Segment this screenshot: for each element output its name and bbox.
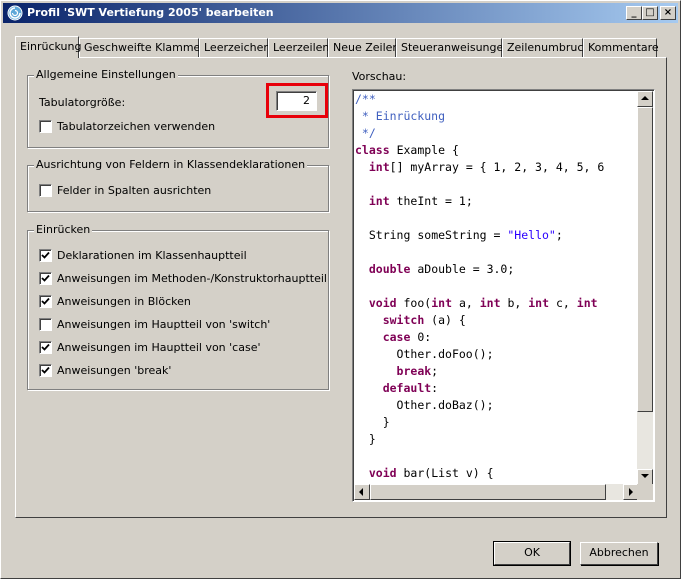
preview-label: Vorschau: <box>352 70 407 83</box>
code-line: switch (a) { <box>382 313 466 327</box>
arrow-up-icon <box>641 96 649 100</box>
vertical-scroll-thumb[interactable] <box>637 107 653 412</box>
code-line: Other.doFoo(); <box>396 347 494 361</box>
maximize-button[interactable]: □ <box>642 6 658 20</box>
code-line: String someString = "Hello"; <box>368 228 563 242</box>
indent-checkbox[interactable] <box>39 295 52 308</box>
code-line: int theInt = 1; <box>368 194 473 208</box>
indent-option-label: Anweisungen im Hauptteil von 'switch' <box>57 318 271 331</box>
align-label: Felder in Spalten ausrichten <box>57 184 212 197</box>
tab-label: Leerzeilen <box>273 41 330 54</box>
tab-bar: Einrückung Geschweifte Klammern Leerzeic… <box>15 36 665 58</box>
align-checkbox[interactable] <box>39 184 52 197</box>
code-line: int[] myArray = { 1, 2, 3, 4, 5, 6 <box>368 160 605 174</box>
indent-option-label: Anweisungen 'break' <box>57 364 172 377</box>
scroll-up-button[interactable] <box>637 91 653 107</box>
horizontal-scroll-thumb[interactable] <box>370 484 606 500</box>
window-title: Profil 'SWT Vertiefung 2005' bearbeiten <box>27 6 274 19</box>
use-tab-checkbox[interactable] <box>39 120 52 133</box>
checkmark-icon <box>41 274 50 282</box>
tab-size-label: Tabulatorgröße: <box>39 96 126 109</box>
horizontal-scrollbar[interactable] <box>354 484 639 500</box>
ok-button[interactable]: OK <box>493 541 571 566</box>
indent-option-label: Anweisungen im Methoden-/Konstruktorhaup… <box>57 272 327 285</box>
minimize-button[interactable]: _ <box>626 6 642 20</box>
title-bar[interactable]: Profil 'SWT Vertiefung 2005' bearbeiten … <box>3 3 678 23</box>
code-line: /** <box>355 92 376 106</box>
tab-zeilenumbruch[interactable]: Zeilenumbruch <box>502 38 590 57</box>
profile-edit-dialog: Profil 'SWT Vertiefung 2005' bearbeiten … <box>0 0 681 579</box>
indent-checkbox[interactable] <box>39 249 52 262</box>
tab-neue-zeilen[interactable]: Neue Zeilen <box>328 38 400 57</box>
arrow-right-icon <box>629 488 633 496</box>
tab-label: Zeilenumbruch <box>507 41 591 54</box>
checkmark-icon <box>41 251 50 259</box>
code-line: case 0: <box>382 330 432 344</box>
group-title: Einrücken <box>34 223 93 236</box>
code-line: default: <box>382 381 439 395</box>
code-line: void foo(int a, int b, int c, int <box>368 296 598 310</box>
indent-option-label: Deklarationen im Klassenhauptteil <box>57 249 247 262</box>
preview-code: /** * Einrückung */ class Example { int[]… <box>355 92 639 484</box>
tab-steueranweisungen[interactable]: Steueranweisungen <box>396 38 510 57</box>
indent-option-label: Anweisungen im Hauptteil von 'case' <box>57 341 261 354</box>
tab-label: Geschweifte Klammern <box>84 41 212 54</box>
tab-label: Kommentare <box>588 41 659 54</box>
tab-leerzeichen[interactable]: Leerzeichen <box>199 38 271 57</box>
alignment-group: Ausrichtung von Feldern in Klassendeklar… <box>27 158 329 212</box>
tab-kommentare[interactable]: Kommentare <box>583 38 659 57</box>
code-line: Other.doBaz(); <box>396 398 494 412</box>
indent-checkbox[interactable] <box>39 364 52 377</box>
indent-checkbox[interactable] <box>39 272 52 285</box>
code-line: class Example { <box>355 143 459 157</box>
app-icon <box>7 5 23 21</box>
code-line: * Einrückung <box>355 109 446 123</box>
code-line: break; <box>396 364 439 378</box>
code-line: } <box>355 415 390 429</box>
code-line: */ <box>355 126 376 140</box>
cancel-button[interactable]: Abbrechen <box>580 542 658 565</box>
preview-code-view[interactable]: /** * Einrückung */ class Example { int[]… <box>352 89 655 502</box>
tab-label: Neue Zeilen <box>333 41 400 54</box>
tab-label: Leerzeichen <box>204 41 271 54</box>
checkmark-icon <box>41 343 50 351</box>
code-line: } <box>355 432 376 446</box>
scrollbar-corner <box>637 484 653 500</box>
scroll-down-button[interactable] <box>637 469 653 485</box>
use-tab-label: Tabulatorzeichen verwenden <box>57 120 216 133</box>
code-line: void bar(List v) { <box>368 466 494 480</box>
group-title: Ausrichtung von Feldern in Klassendeklar… <box>34 158 308 171</box>
indent-option-label: Anweisungen in Blöcken <box>57 295 191 308</box>
tab-einrueckung[interactable]: Einrückung <box>15 36 82 58</box>
tab-geschweifte-klammern[interactable]: Geschweifte Klammern <box>79 38 212 57</box>
indent-checkbox[interactable] <box>39 341 52 354</box>
checkmark-icon <box>41 366 50 374</box>
tab-leerzeilen[interactable]: Leerzeilen <box>268 38 330 57</box>
vertical-scrollbar[interactable] <box>637 91 653 485</box>
code-line: double aDouble = 3.0; <box>368 262 515 276</box>
checkmark-icon <box>41 297 50 305</box>
arrow-down-icon <box>641 474 649 478</box>
close-button[interactable]: × <box>660 6 676 20</box>
tab-label: Steueranweisungen <box>401 41 511 54</box>
group-title: Allgemeine Einstellungen <box>34 68 178 81</box>
highlight-box <box>266 83 328 118</box>
indent-checkbox[interactable] <box>39 318 52 331</box>
indent-group: Einrücken Deklarationen im Klassenhauptt… <box>27 223 329 390</box>
tab-label: Einrückung <box>20 40 82 53</box>
arrow-left-icon <box>359 488 363 496</box>
scroll-left-button[interactable] <box>354 484 370 500</box>
